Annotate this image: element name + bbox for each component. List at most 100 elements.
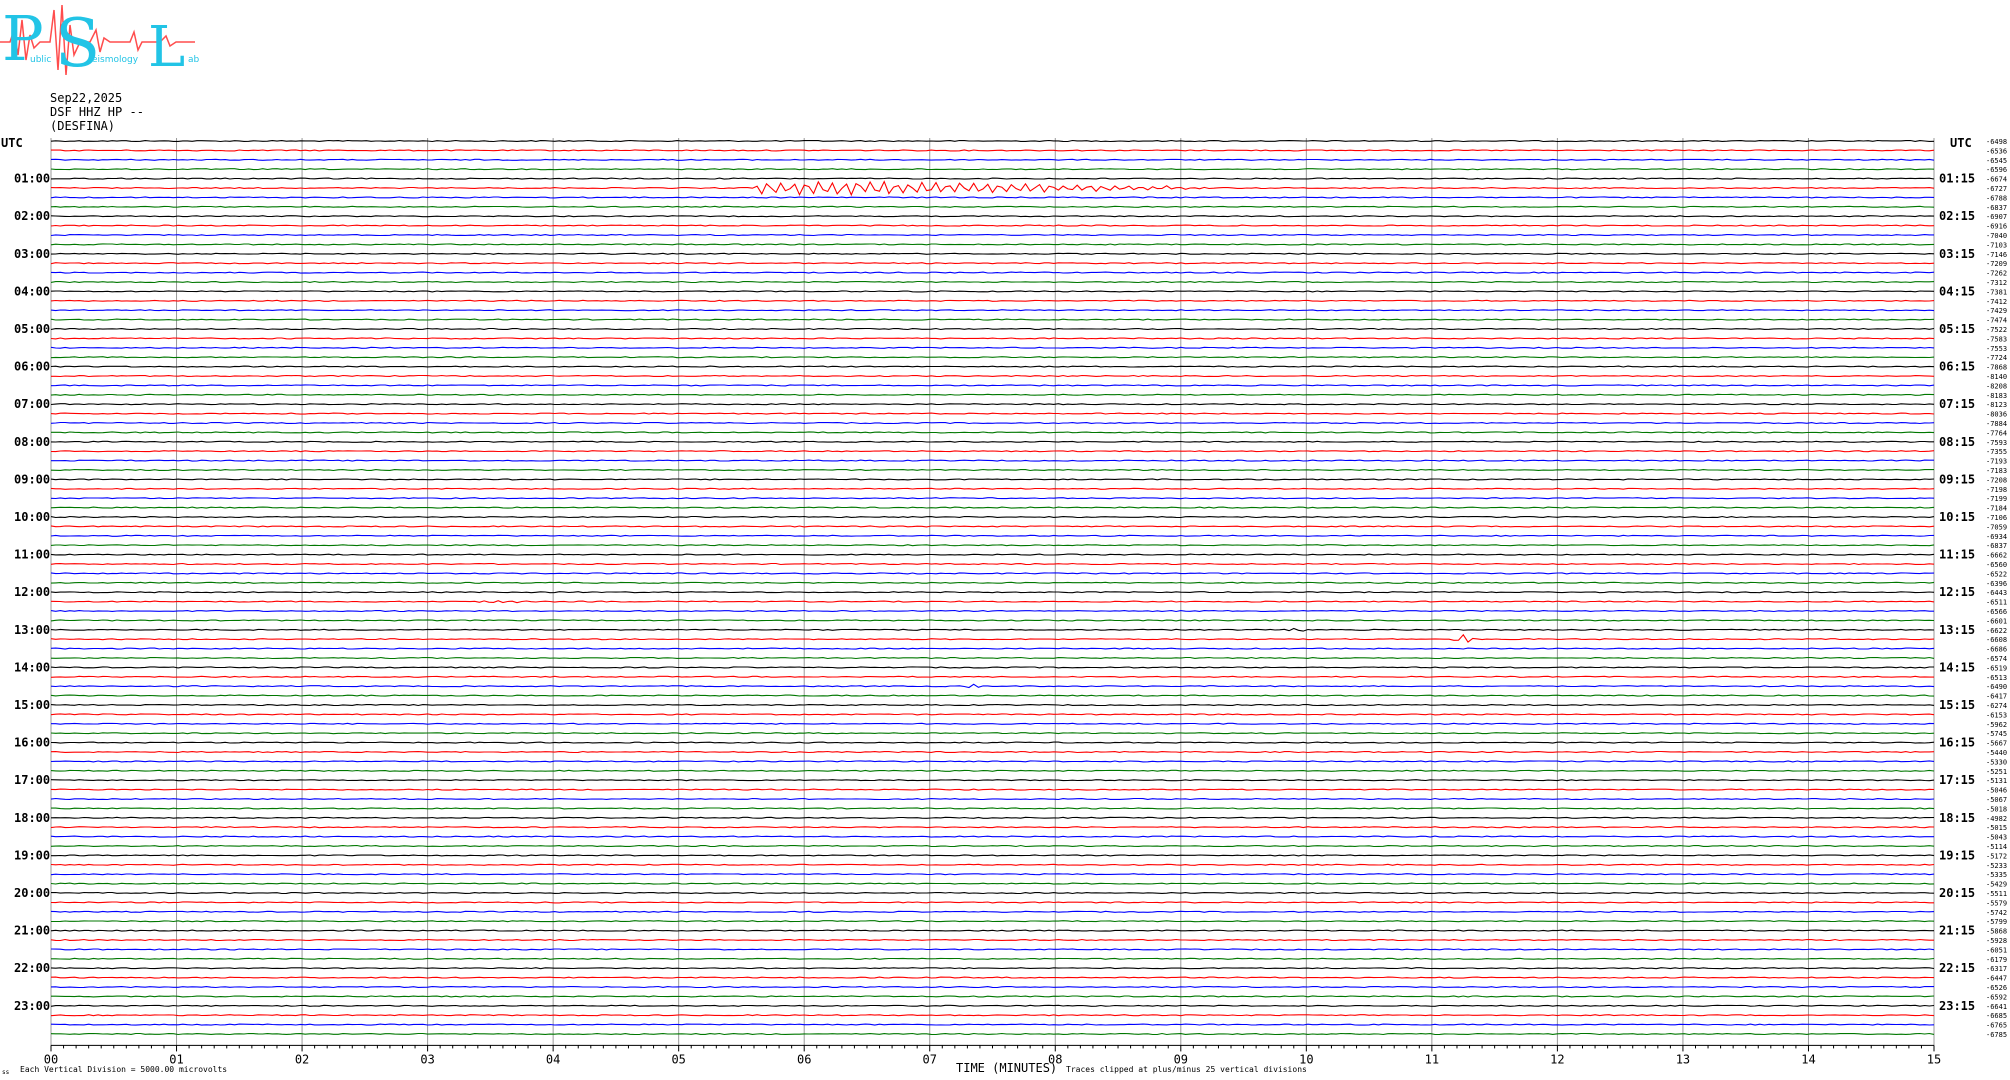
row-offset-label: -5799 [1986, 918, 2007, 926]
row-offset-label: -6592 [1986, 993, 2007, 1001]
trace-row-67 [50, 769, 1935, 772]
row-offset-label: -8183 [1986, 392, 2007, 400]
row-offset-label: -8036 [1986, 411, 2007, 419]
row-offset-label: -6934 [1986, 533, 2007, 541]
row-offset-label: -7381 [1986, 288, 2007, 296]
corner-mark: ss [2, 1069, 10, 1076]
right-time-label-12:15: 12:15 [1939, 585, 1975, 599]
x-tick-label-03: 03 [420, 1052, 434, 1066]
trace-row-77 [50, 863, 1935, 866]
left-time-label-23:00: 23:00 [14, 999, 50, 1013]
trace-row-88 [50, 967, 1935, 970]
row-offset-label: -6498 [1986, 138, 2007, 146]
trace-row-60 [50, 703, 1935, 707]
row-offset-label: -7868 [1986, 364, 2007, 372]
trace-row-45 [50, 562, 1935, 566]
row-offset-label: -7355 [1986, 448, 2007, 456]
trace-row-80 [50, 891, 1935, 895]
right-time-label-10:15: 10:15 [1939, 510, 1975, 524]
trace-row-27 [50, 393, 1935, 396]
row-offset-label: -6785 [1986, 1031, 2007, 1039]
left-time-labels: 01:00 02:00 03:00 04:00 05:00 06:00 07:00 08:00… [14, 172, 50, 1013]
left-time-label-10:00: 10:00 [14, 510, 50, 524]
row-offset-label: -7312 [1986, 279, 2007, 287]
x-axis-title: TIME (MINUTES) [956, 1061, 1057, 1075]
row-offset-label: -6526 [1986, 984, 2007, 992]
right-time-label-14:15: 14:15 [1939, 660, 1975, 674]
left-time-label-11:00: 11:00 [14, 548, 50, 562]
x-tick-label-12: 12 [1550, 1052, 1564, 1066]
trace-row-63 [50, 732, 1935, 735]
row-offset-label: -5043 [1986, 834, 2007, 842]
row-offset-label: -7199 [1986, 495, 2007, 503]
right-time-label-01:15: 01:15 [1939, 172, 1975, 186]
trace-row-43 [50, 544, 1935, 547]
trace-row-93 [50, 1014, 1935, 1017]
trace-row-92 [50, 1004, 1935, 1007]
trace-row-66 [50, 760, 1935, 763]
row-offset-label: -6686 [1986, 646, 2007, 654]
trace-row-5 [50, 180, 1935, 197]
trace-row-55 [50, 656, 1935, 660]
right-time-label-22:15: 22:15 [1939, 961, 1975, 975]
trace-row-82 [50, 910, 1935, 913]
clip-note: Traces clipped at plus/minus 25 vertical… [1066, 1065, 1307, 1074]
row-offset-label: -5172 [1986, 852, 2007, 860]
trace-row-94 [50, 1023, 1935, 1026]
row-offset-label: -4982 [1986, 815, 2007, 823]
row-offset-label: -6837 [1986, 542, 2007, 550]
trace-row-18 [50, 309, 1935, 312]
trace-row-37 [50, 487, 1935, 490]
trace-row-90 [50, 985, 1934, 989]
trace-row-2 [50, 158, 1935, 161]
trace-row-6 [50, 196, 1935, 199]
row-offset-label: -6608 [1986, 636, 2007, 644]
trace-row-69 [50, 788, 1935, 791]
trace-row-74 [50, 835, 1934, 838]
trace-row-28 [50, 403, 1935, 406]
row-offset-label: -7593 [1986, 439, 2007, 447]
x-tick-label-13: 13 [1676, 1052, 1690, 1066]
left-time-label-18:00: 18:00 [14, 811, 50, 825]
row-offset-label: -7183 [1986, 467, 2007, 475]
trace-row-19 [50, 318, 1935, 321]
row-offset-label: -7724 [1986, 354, 2007, 362]
left-time-label-16:00: 16:00 [14, 736, 50, 750]
left-time-label-04:00: 04:00 [14, 284, 50, 298]
right-time-label-08:15: 08:15 [1939, 435, 1975, 449]
trace-row-76 [51, 854, 1935, 857]
row-offset-label: -6051 [1986, 946, 2007, 954]
row-offset-label: -7412 [1986, 298, 2007, 306]
row-offset-label: -6179 [1986, 956, 2007, 964]
trace-row-86 [50, 948, 1935, 951]
row-offset-label: -7522 [1986, 326, 2007, 334]
row-offset-label: -6788 [1986, 194, 2007, 202]
trace-row-81 [50, 901, 1934, 904]
trace-row-51 [50, 619, 1935, 622]
helicorder-plot: 00 01 02 03 04 05 06 07 08 09 10 11 12 13 14 15 01:0002… [1, 136, 2007, 1076]
row-offset-label: -5429 [1986, 881, 2007, 889]
row-offset-label: -5330 [1986, 758, 2007, 766]
trace-row-11 [50, 243, 1935, 246]
row-offset-label: -5962 [1986, 721, 2007, 729]
trace-row-58 [50, 683, 1935, 689]
trace-row-21 [50, 337, 1935, 340]
trace-row-3 [50, 168, 1935, 171]
row-offset-label: -5667 [1986, 740, 2007, 748]
trace-row-85 [50, 938, 1934, 942]
row-offset-label: -5015 [1986, 824, 2007, 832]
trace-row-70 [50, 797, 1935, 801]
row-offset-label: -5114 [1986, 843, 2007, 851]
x-tick-label-11: 11 [1425, 1052, 1439, 1066]
trace-row-30 [50, 421, 1935, 425]
row-offset-label: -6837 [1986, 204, 2007, 212]
row-offset-label: -6596 [1986, 166, 2007, 174]
row-offset-label: -7106 [1986, 514, 2007, 522]
trace-row-79 [50, 882, 1935, 885]
left-time-label-03:00: 03:00 [14, 247, 50, 261]
row-offset-label: -7184 [1986, 505, 2007, 513]
row-offset-label: -7209 [1986, 260, 2007, 268]
row-offset-label: -5745 [1986, 730, 2007, 738]
trace-row-13 [50, 262, 1935, 265]
right-time-label-03:15: 03:15 [1939, 247, 1975, 261]
